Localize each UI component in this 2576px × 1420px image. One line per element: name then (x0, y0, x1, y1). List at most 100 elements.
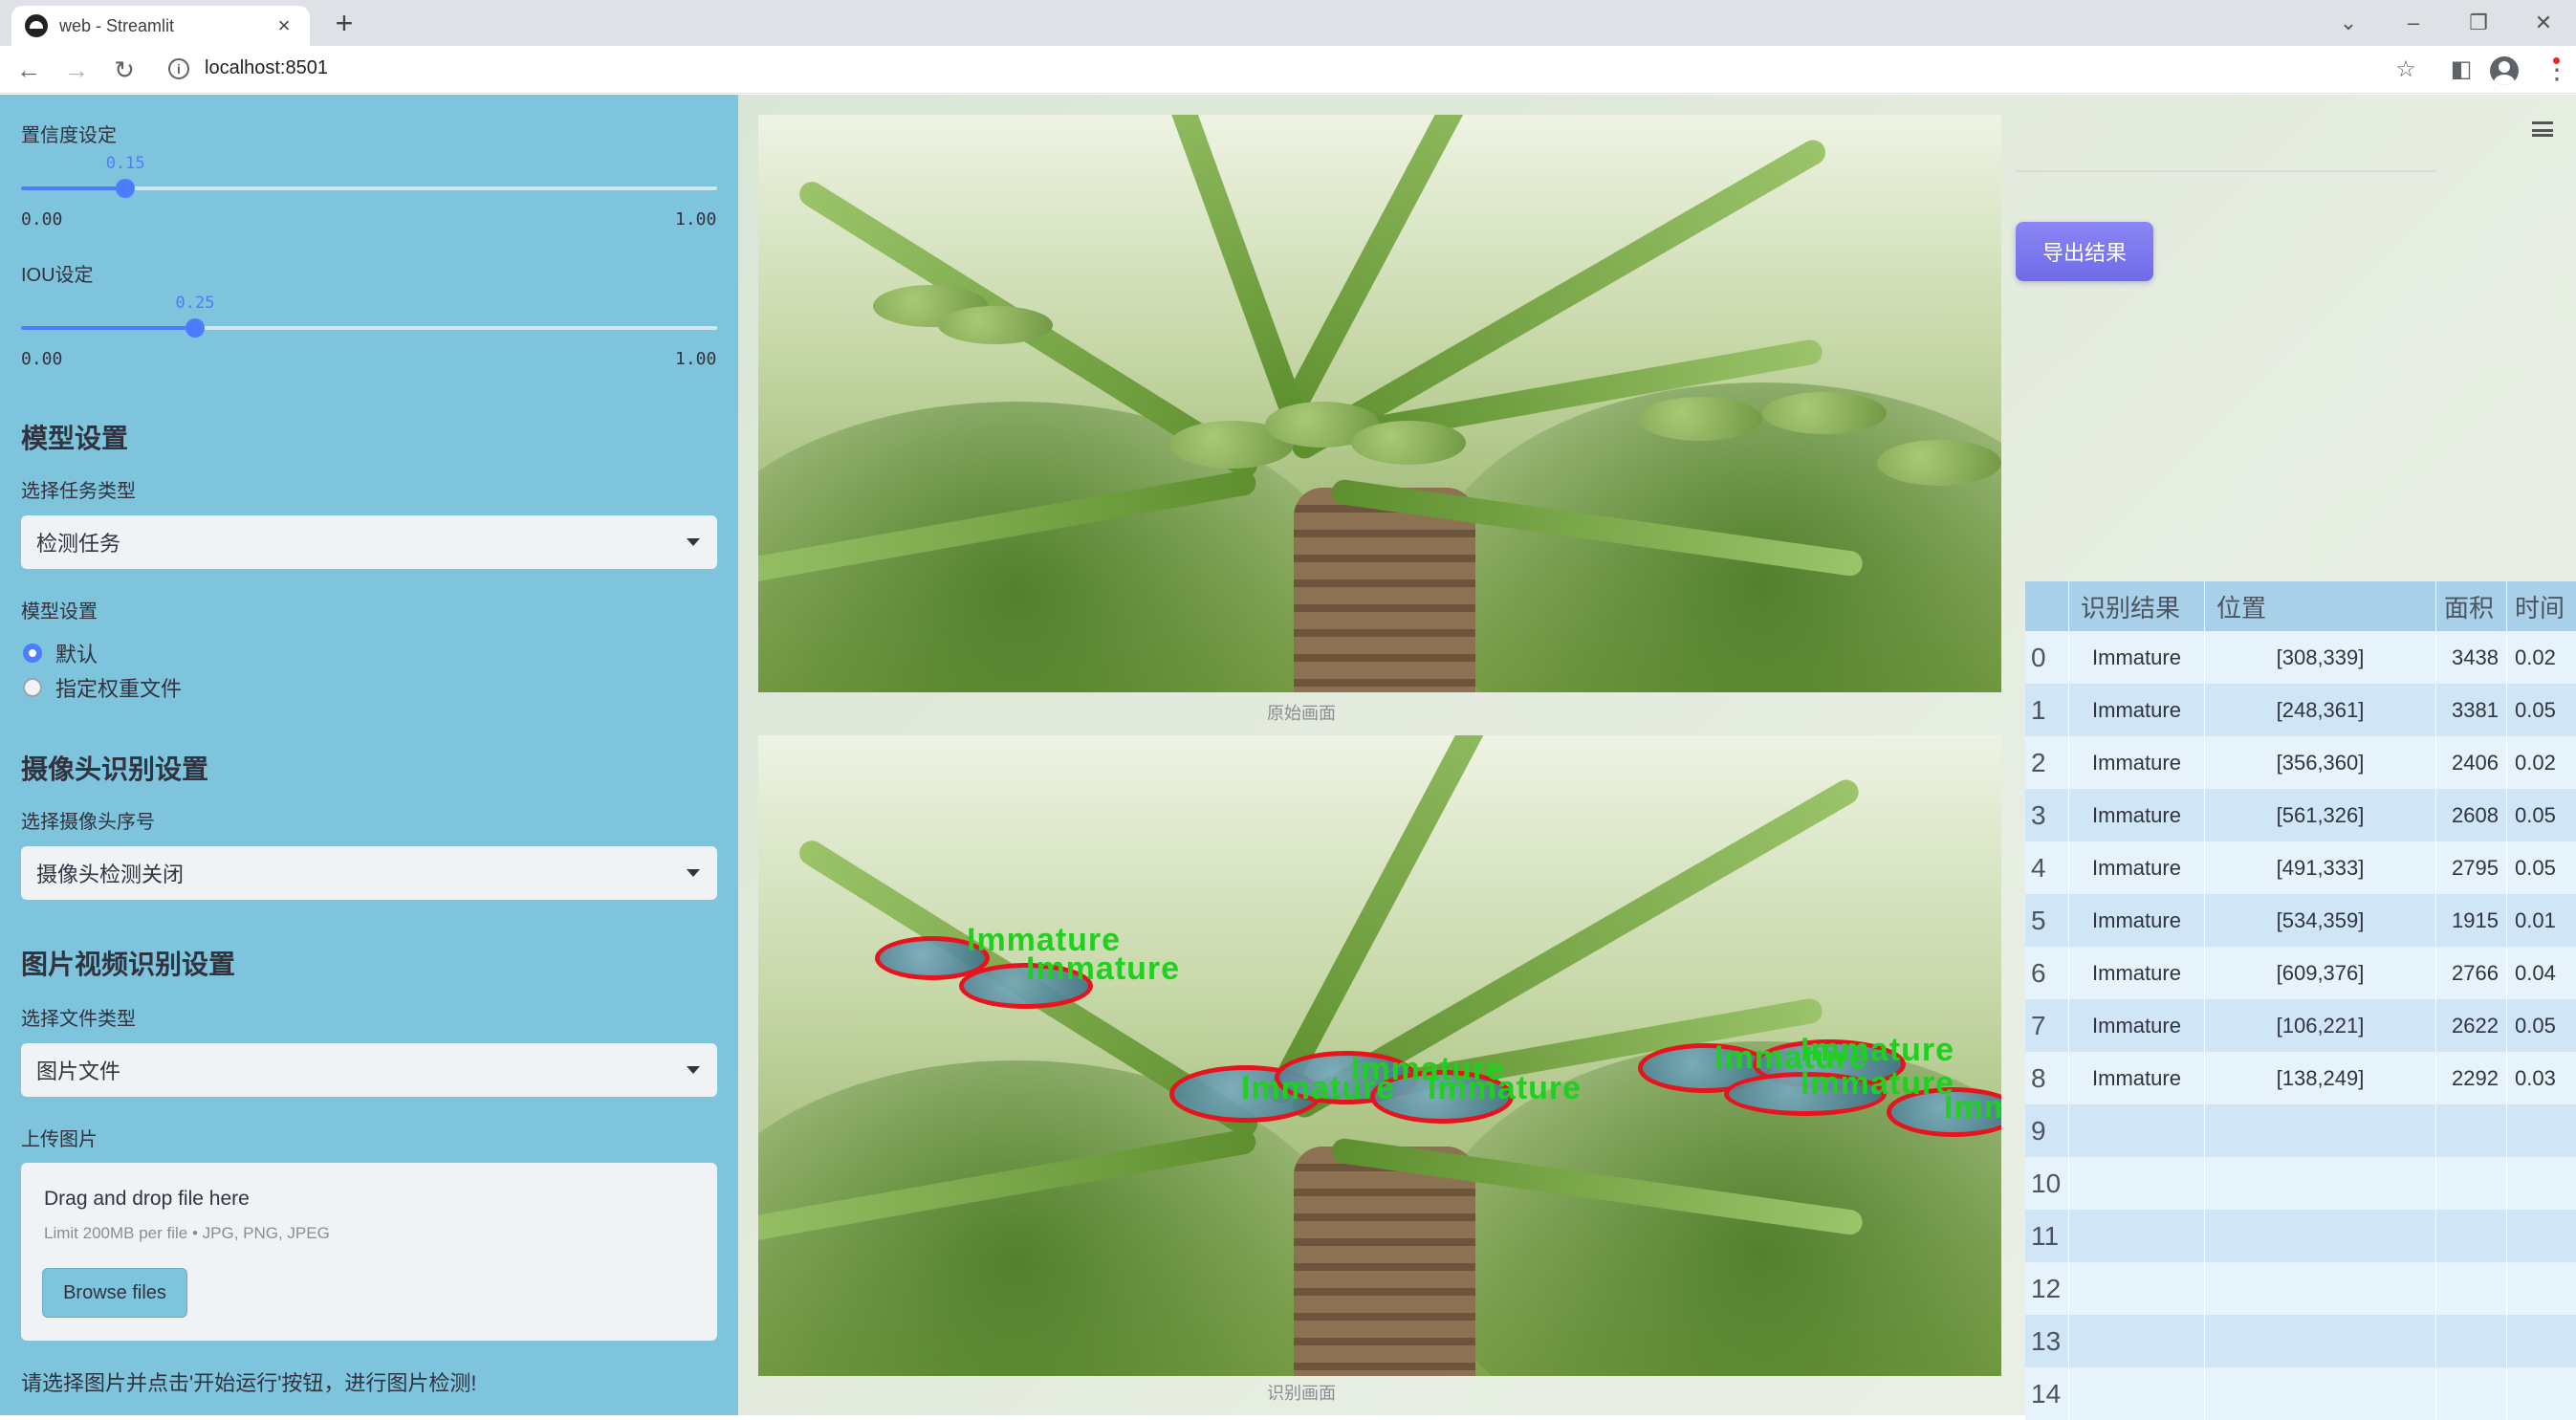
row-area: 3381 (2436, 684, 2507, 736)
detection-label: Immature (1026, 950, 1181, 987)
row-index: 10 (2025, 1157, 2069, 1210)
export-results-button[interactable]: 导出结果 (2016, 222, 2153, 281)
model-option-default-label: 默认 (55, 643, 98, 666)
row-time: 0.05 (2515, 802, 2556, 827)
row-time: 0.05 (2515, 855, 2556, 880)
row-index: 4 (2025, 841, 2069, 894)
row-index: 0 (2025, 631, 2069, 684)
header-time[interactable]: 时间 (2507, 581, 2576, 631)
address-bar[interactable]: localhost:8501 (205, 57, 328, 79)
confidence-label: 置信度设定 (21, 125, 117, 146)
task-type-label: 选择任务类型 (21, 481, 136, 502)
row-position: [561,326] (2205, 789, 2436, 841)
table-row[interactable]: 0 Immature [308,339] 3438 0.02 (2025, 631, 2576, 684)
table-row[interactable]: 5 Immature [534,359] 1915 0.01 (2025, 894, 2576, 947)
results-table[interactable]: 识别结果 位置 面积 时间 0 Immature [308,339] 3438 0.02… (2025, 581, 2576, 1420)
back-icon[interactable]: ← (11, 54, 46, 86)
hamburger-menu-icon[interactable] (2532, 121, 2553, 137)
table-row[interactable]: 6 Immature [609,376] 2766 0.04 (2025, 947, 2576, 999)
minimize-icon[interactable]: – (2394, 6, 2433, 40)
table-row[interactable]: 9 (2025, 1104, 2576, 1157)
radio-selected-icon[interactable] (23, 644, 42, 663)
table-row[interactable]: 3 Immature [561,326] 2608 0.05 (2025, 789, 2576, 841)
model-option-default[interactable]: 默认 (23, 638, 98, 668)
restore-icon[interactable]: ❐ (2459, 6, 2498, 40)
site-info-icon[interactable]: i (168, 58, 189, 79)
row-area (2436, 1262, 2507, 1315)
browse-files-button[interactable]: Browse files (42, 1268, 187, 1318)
side-panel-icon[interactable]: ◧ (2444, 54, 2478, 86)
camera-heading: 摄像头识别设置 (21, 754, 209, 784)
table-row[interactable]: 1 Immature [248,361] 3381 0.05 (2025, 684, 2576, 736)
streamlit-favicon-icon (25, 14, 48, 37)
close-window-icon[interactable]: ✕ (2524, 6, 2563, 40)
bookmark-star-icon[interactable]: ☆ (2389, 54, 2423, 86)
header-result[interactable]: 识别结果 (2069, 581, 2205, 631)
table-row[interactable]: 4 Immature [491,333] 2795 0.05 (2025, 841, 2576, 894)
confidence-value: 0.15 (105, 154, 145, 173)
table-row[interactable]: 8 Immature [138,249] 2292 0.03 (2025, 1052, 2576, 1104)
row-result: Immature (2069, 631, 2205, 684)
confidence-slider[interactable] (21, 179, 717, 198)
row-time: 0.05 (2515, 1013, 2556, 1038)
browser-tab[interactable]: web - Streamlit × (11, 6, 310, 46)
header-position[interactable]: 位置 (2205, 581, 2436, 631)
iou-slider[interactable] (21, 318, 717, 338)
table-row[interactable]: 2 Immature [356,360] 2406 0.02 (2025, 736, 2576, 789)
detection-label: Immature (1428, 1070, 1583, 1106)
table-row[interactable]: 7 Immature [106,221] 2622 0.05 (2025, 999, 2576, 1052)
header-area[interactable]: 面积 (2436, 581, 2507, 631)
divider (2016, 170, 2436, 172)
row-area: 2795 (2436, 841, 2507, 894)
camera-label: 选择摄像头序号 (21, 812, 155, 833)
forward-icon[interactable]: → (59, 54, 94, 86)
detection-label: Immature (1801, 1032, 1955, 1068)
table-row[interactable]: 14 (2025, 1367, 2576, 1420)
table-row[interactable]: 10 (2025, 1157, 2576, 1210)
task-type-select[interactable]: 检测任务 (21, 515, 717, 569)
radio-unselected-icon[interactable] (23, 678, 42, 697)
row-area: 1915 (2436, 894, 2507, 947)
row-area (2436, 1210, 2507, 1262)
row-position (2205, 1262, 2436, 1315)
table-row[interactable]: 12 (2025, 1262, 2576, 1315)
header-index (2025, 581, 2069, 631)
profile-avatar-icon[interactable] (2490, 56, 2519, 85)
row-result: Immature (2069, 894, 2205, 947)
row-time (2507, 1210, 2576, 1262)
iou-slider-thumb[interactable] (186, 318, 205, 338)
file-uploader-dropzone[interactable]: Drag and drop file here Limit 200MB per … (21, 1163, 717, 1341)
iou-value: 0.25 (175, 294, 215, 313)
browser-menu-icon[interactable]: ⋮ (2543, 55, 2570, 84)
row-position: [138,249] (2205, 1052, 2436, 1104)
table-row[interactable]: 11 (2025, 1210, 2576, 1262)
row-result (2069, 1315, 2205, 1367)
tab-list-chevron-icon[interactable]: ⌄ (2329, 6, 2368, 40)
row-index: 5 (2025, 894, 2069, 947)
new-tab-icon[interactable]: + (327, 6, 361, 40)
chevron-down-icon (687, 869, 700, 877)
row-position (2205, 1157, 2436, 1210)
file-type-label: 选择文件类型 (21, 1009, 136, 1030)
camera-select[interactable]: 摄像头检测关闭 (21, 846, 717, 900)
confidence-slider-thumb[interactable] (116, 179, 136, 198)
file-type-select[interactable]: 图片文件 (21, 1043, 717, 1097)
sidebar-info-text: 请选择图片并点击'开始运行'按钮，进行图片检测! (21, 1371, 477, 1395)
model-label: 模型设置 (21, 601, 98, 623)
row-position: [248,361] (2205, 684, 2436, 736)
uploader-limit: Limit 200MB per file • JPG, PNG, JPEG (44, 1224, 330, 1242)
sidebar: 置信度设定 0.15 0.00 1.00 IOU设定 0.25 0.00 1.0… (0, 95, 738, 1415)
row-index: 14 (2025, 1367, 2069, 1420)
uploader-title: Drag and drop file here (44, 1188, 250, 1210)
upload-label: 上传图片 (21, 1129, 98, 1150)
row-time: 0.03 (2515, 1065, 2556, 1090)
model-option-custom-weights[interactable]: 指定权重文件 (23, 672, 182, 703)
row-time (2507, 1104, 2576, 1157)
tab-close-icon[interactable]: × (272, 13, 296, 38)
row-index: 2 (2025, 736, 2069, 789)
chevron-down-icon (687, 1066, 700, 1074)
row-area: 2766 (2436, 947, 2507, 999)
table-row[interactable]: 13 (2025, 1315, 2576, 1367)
file-type-value: 图片文件 (36, 1060, 121, 1083)
reload-icon[interactable]: ↻ (107, 54, 142, 86)
